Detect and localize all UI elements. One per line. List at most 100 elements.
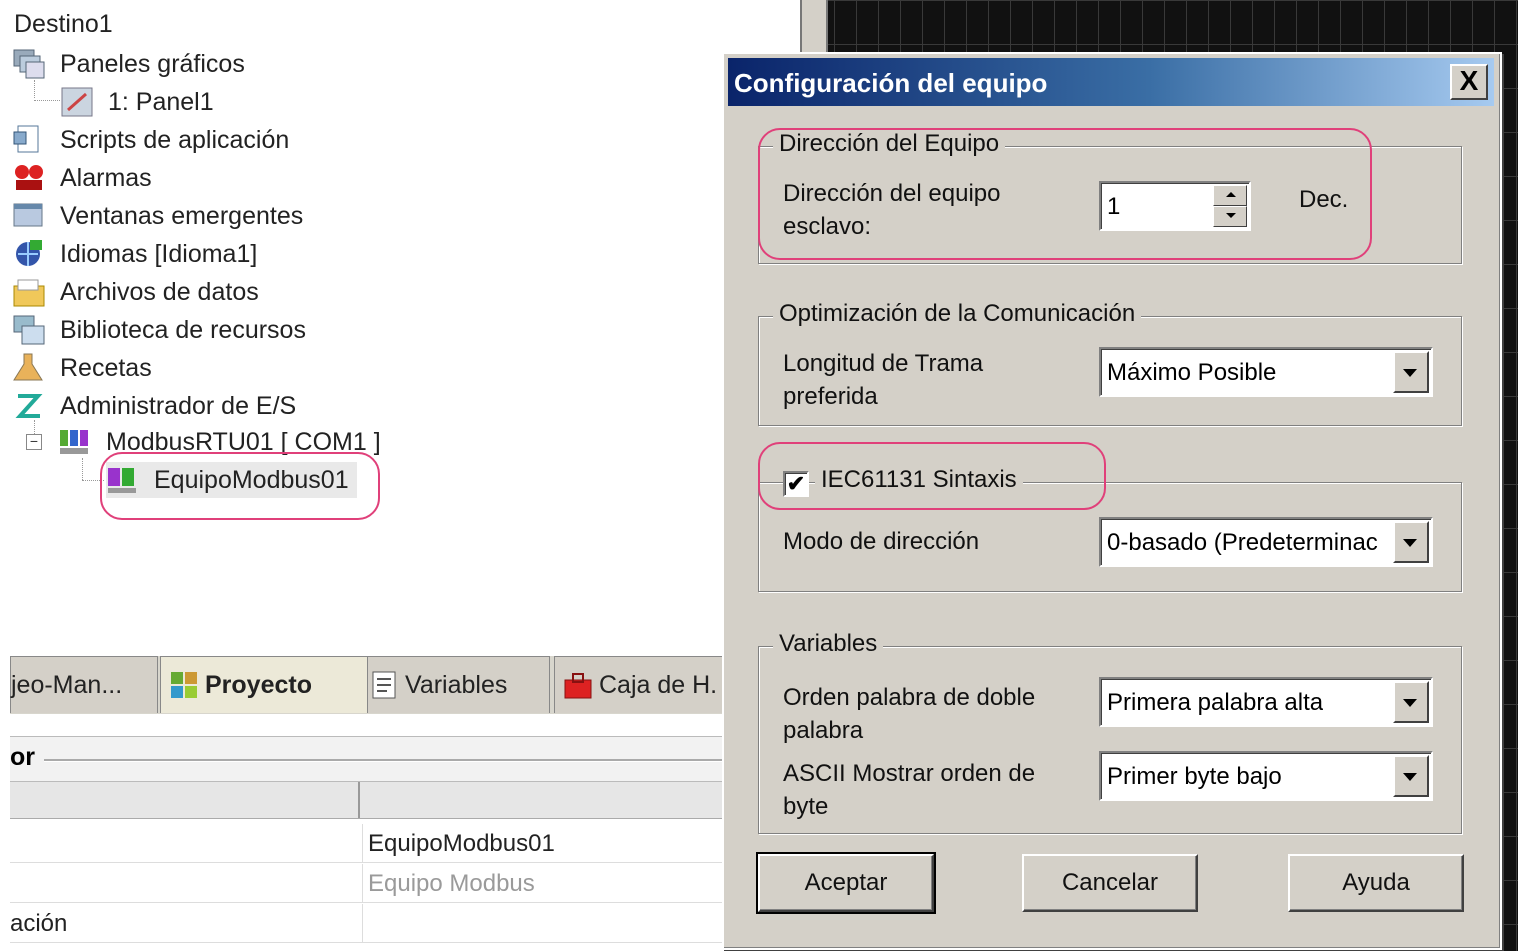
property-row[interactable]: Equipo Modbus xyxy=(10,864,750,903)
tree-item-resource-library[interactable]: Biblioteca de recursos xyxy=(12,314,306,346)
frame-length-label: Longitud de Trama preferida xyxy=(783,350,984,410)
iec-syntax-checkbox[interactable]: ✔ xyxy=(783,471,809,497)
tree-item-label: Ventanas emergentes xyxy=(60,201,304,230)
chevron-down-icon[interactable] xyxy=(1393,351,1429,393)
slave-address-value: 1 xyxy=(1107,193,1121,220)
group-equipment-address: Dirección del Equipo Dirección del equip… xyxy=(758,130,1462,264)
collapse-toggle[interactable]: − xyxy=(26,434,42,450)
address-spinner[interactable] xyxy=(1213,185,1247,227)
tree-root[interactable]: Destino1 xyxy=(14,10,113,39)
properties-column-header xyxy=(10,782,750,819)
group-legend: Dirección del Equipo xyxy=(773,130,1006,158)
alarm-icon xyxy=(12,162,46,194)
tree-item-label: Scripts de aplicación xyxy=(60,125,290,154)
frame-length-value: Máximo Posible xyxy=(1107,359,1277,386)
tab-project[interactable]: Proyecto xyxy=(160,656,368,713)
addressing-mode-label: Modo de dirección xyxy=(783,528,980,555)
languages-icon xyxy=(12,238,46,270)
recipes-icon xyxy=(12,352,46,384)
io-manager-icon xyxy=(12,390,46,422)
tree-item-data-files[interactable]: Archivos de datos xyxy=(12,276,259,308)
resource-library-icon xyxy=(12,314,46,346)
variables-icon xyxy=(369,670,399,700)
cancel-button[interactable]: Cancelar xyxy=(1022,854,1198,912)
property-key: ación xyxy=(10,910,68,937)
properties-header: or xyxy=(10,736,750,782)
tab-screen-manager[interactable]: jeo-Man... xyxy=(10,656,158,713)
tree-item-label: Administrador de E/S xyxy=(60,391,297,420)
spin-down-icon[interactable] xyxy=(1213,206,1247,227)
tab-label: jeo-Man... xyxy=(11,670,123,699)
modbus-equipment-icon xyxy=(106,464,140,496)
tree-item-languages[interactable]: Idiomas [Idioma1] xyxy=(12,238,257,270)
property-row[interactable]: ación xyxy=(10,904,750,943)
ascii-byte-order-select[interactable]: Primer byte bajo xyxy=(1099,751,1433,801)
tab-label: Proyecto xyxy=(205,670,312,699)
address-unit-label: Dec. xyxy=(1299,186,1349,213)
project-tree: Destino1 − Paneles gráficos 1: Panel1 Sc… xyxy=(0,0,800,650)
data-files-icon xyxy=(12,276,46,308)
tree-item-label: 1: Panel1 xyxy=(108,87,214,116)
addressing-mode-value: 0-basado (Predeterminac xyxy=(1107,529,1378,556)
chevron-down-icon[interactable] xyxy=(1393,521,1429,563)
property-value: Equipo Modbus xyxy=(368,870,535,897)
dialog-title: Configuración del equipo xyxy=(734,68,1048,98)
help-button[interactable]: Ayuda xyxy=(1288,854,1464,912)
toolbox-icon xyxy=(563,670,593,700)
tree-item-label: Archivos de datos xyxy=(60,277,259,306)
group-legend: Variables xyxy=(773,630,884,658)
tree-item-modbus-equipment[interactable]: EquipoModbus01 xyxy=(106,462,357,498)
close-button[interactable]: X xyxy=(1450,64,1488,100)
double-word-order-select[interactable]: Primera palabra alta xyxy=(1099,677,1433,727)
tree-item-graphic-panels[interactable]: Paneles gráficos xyxy=(12,48,245,80)
tab-label: Variables xyxy=(405,670,508,699)
tree-item-scripts[interactable]: Scripts de aplicación xyxy=(12,124,289,156)
group-legend: Optimización de la Comunicación xyxy=(773,300,1142,328)
tree-root-label: Destino1 xyxy=(14,10,113,38)
graphic-panels-icon xyxy=(12,48,46,80)
tree-item-label: Alarmas xyxy=(60,163,152,192)
ascii-byte-order-value: Primer byte bajo xyxy=(1107,763,1282,790)
tree-item-recipes[interactable]: Recetas xyxy=(12,352,152,384)
tree-item-label: Recetas xyxy=(60,353,152,382)
panel-icon xyxy=(60,86,94,118)
group-iec-syntax: ✔ IEC61131 Sintaxis Modo de dirección 0-… xyxy=(758,466,1462,592)
tree-item-label: EquipoModbus01 xyxy=(154,465,349,494)
addressing-mode-select[interactable]: 0-basado (Predeterminac xyxy=(1099,517,1433,567)
tree-item-modbus-driver[interactable]: ModbusRTU01 [ COM1 ] xyxy=(58,426,381,458)
scripts-icon xyxy=(12,124,46,156)
tree-item-label: Paneles gráficos xyxy=(60,49,245,78)
tree-item-alarms[interactable]: Alarmas xyxy=(12,162,152,194)
spin-up-icon[interactable] xyxy=(1213,185,1247,206)
project-icon xyxy=(169,670,199,700)
modbus-driver-icon xyxy=(58,426,92,458)
double-word-order-label: Orden palabra de doble palabra xyxy=(783,684,1036,744)
frame-length-select[interactable]: Máximo Posible xyxy=(1099,347,1433,397)
slave-address-input[interactable]: 1 xyxy=(1099,181,1251,231)
tree-item-popup-windows[interactable]: Ventanas emergentes xyxy=(12,200,303,232)
properties-panel: or EquipoModbus01 Equipo Modbus ación xyxy=(10,714,750,951)
panel-tabs: jeo-Man... Proyecto Variables Caja de H. xyxy=(10,656,752,715)
equipment-config-dialog: Configuración del equipo X Dirección del… xyxy=(722,52,1502,950)
group-legend: IEC61131 Sintaxis xyxy=(815,466,1023,494)
chevron-down-icon[interactable] xyxy=(1393,681,1429,723)
popup-window-icon xyxy=(12,200,46,232)
dialog-titlebar[interactable]: Configuración del equipo X xyxy=(728,58,1494,106)
tree-item-label: Idiomas [Idioma1] xyxy=(60,239,258,268)
tab-variables[interactable]: Variables xyxy=(360,656,550,713)
slave-address-label: Dirección del equipo esclavo: xyxy=(783,180,1001,240)
ok-button[interactable]: Aceptar xyxy=(756,852,936,914)
tree-item-panel1[interactable]: 1: Panel1 xyxy=(60,86,214,118)
ascii-byte-order-label: ASCII Mostrar orden de byte xyxy=(783,760,1036,820)
property-row[interactable]: EquipoModbus01 xyxy=(10,824,750,863)
tree-item-io-manager[interactable]: Administrador de E/S xyxy=(12,390,296,422)
tree-item-label: ModbusRTU01 [ COM1 ] xyxy=(106,427,381,456)
chevron-down-icon[interactable] xyxy=(1393,755,1429,797)
properties-title: or xyxy=(10,743,35,771)
group-variables: Variables Orden palabra de doble palabra… xyxy=(758,630,1462,834)
tree-item-label: Biblioteca de recursos xyxy=(60,315,306,344)
group-comm-optimization: Optimización de la Comunicación Longitud… xyxy=(758,300,1462,426)
property-value: EquipoModbus01 xyxy=(368,830,555,857)
double-word-order-value: Primera palabra alta xyxy=(1107,689,1324,716)
tab-label: Caja de H. xyxy=(599,670,718,699)
